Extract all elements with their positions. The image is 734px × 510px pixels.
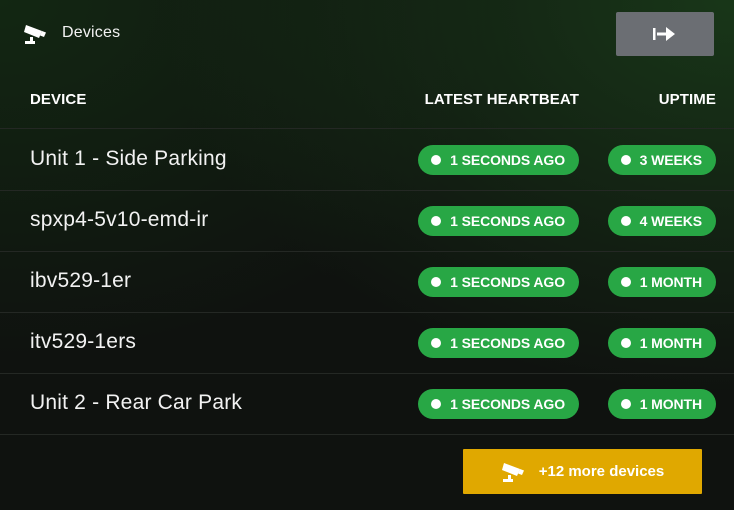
heartbeat-text: 1 SECONDS AGO bbox=[450, 152, 565, 168]
table-row[interactable]: itv529-1ers 1 SECONDS AGO 1 MONTH bbox=[0, 313, 734, 374]
heartbeat-badge: 1 SECONDS AGO bbox=[418, 389, 579, 419]
device-name: spxp4-5v10-emd-ir bbox=[30, 208, 209, 231]
table-row[interactable]: Unit 1 - Side Parking 1 SECONDS AGO 3 WE… bbox=[0, 130, 734, 191]
uptime-badge: 1 MONTH bbox=[607, 328, 716, 358]
more-devices-button[interactable]: +12 more devices bbox=[463, 449, 702, 494]
status-dot-icon bbox=[620, 216, 631, 226]
column-header-heartbeat[interactable]: LATEST HEARTBEAT bbox=[425, 91, 579, 108]
status-dot-icon bbox=[431, 277, 442, 287]
heartbeat-text: 1 SECONDS AGO bbox=[450, 396, 565, 412]
heartbeat-badge: 1 SECONDS AGO bbox=[418, 328, 579, 358]
device-name: ibv529-1er bbox=[30, 269, 132, 292]
uptime-text: 3 WEEKS bbox=[639, 152, 702, 168]
arrow-right-to-bar-icon bbox=[653, 27, 675, 41]
table-row[interactable]: ibv529-1er 1 SECONDS AGO 1 MONTH bbox=[0, 252, 734, 313]
device-name: Unit 2 - Rear Car Park bbox=[30, 391, 243, 414]
table-row[interactable]: spxp4-5v10-emd-ir 1 SECONDS AGO 4 WEEKS bbox=[0, 191, 734, 252]
device-name: itv529-1ers bbox=[30, 330, 137, 353]
uptime-badge: 1 MONTH bbox=[607, 267, 716, 297]
table-row[interactable]: Unit 2 - Rear Car Park 1 SECONDS AGO 1 M… bbox=[0, 374, 734, 435]
status-dot-icon bbox=[620, 277, 631, 287]
heartbeat-badge: 1 SECONDS AGO bbox=[418, 267, 579, 297]
exit-button[interactable] bbox=[616, 12, 714, 56]
device-table-body: Unit 1 - Side Parking 1 SECONDS AGO 3 WE… bbox=[0, 130, 734, 435]
status-dot-icon bbox=[431, 399, 442, 409]
header-bar: Devices bbox=[0, 0, 734, 70]
status-dot-icon bbox=[431, 338, 442, 348]
uptime-text: 1 MONTH bbox=[639, 396, 702, 412]
status-dot-icon bbox=[620, 155, 631, 165]
status-dot-icon bbox=[620, 338, 631, 348]
device-name: Unit 1 - Side Parking bbox=[30, 147, 227, 170]
status-dot-icon bbox=[431, 155, 442, 165]
cctv-camera-icon bbox=[24, 25, 46, 44]
uptime-text: 4 WEEKS bbox=[639, 213, 702, 229]
heartbeat-text: 1 SECONDS AGO bbox=[450, 274, 565, 290]
heartbeat-badge: 1 SECONDS AGO bbox=[418, 145, 579, 175]
uptime-badge: 3 WEEKS bbox=[607, 145, 716, 175]
heartbeat-text: 1 SECONDS AGO bbox=[450, 213, 565, 229]
status-dot-icon bbox=[431, 216, 442, 226]
uptime-badge: 1 MONTH bbox=[607, 389, 716, 419]
uptime-badge: 4 WEEKS bbox=[607, 206, 716, 236]
heartbeat-text: 1 SECONDS AGO bbox=[450, 335, 565, 351]
cctv-camera-icon bbox=[501, 462, 524, 482]
more-devices-label: +12 more devices bbox=[538, 463, 665, 480]
uptime-text: 1 MONTH bbox=[639, 335, 702, 351]
column-header-device[interactable]: DEVICE bbox=[30, 91, 86, 108]
heartbeat-badge: 1 SECONDS AGO bbox=[418, 206, 579, 236]
column-header-uptime[interactable]: UPTIME bbox=[659, 91, 716, 108]
table-header: DEVICE LATEST HEARTBEAT UPTIME bbox=[0, 80, 734, 129]
status-dot-icon bbox=[620, 399, 631, 409]
uptime-text: 1 MONTH bbox=[639, 274, 702, 290]
page-title: Devices bbox=[62, 24, 121, 41]
